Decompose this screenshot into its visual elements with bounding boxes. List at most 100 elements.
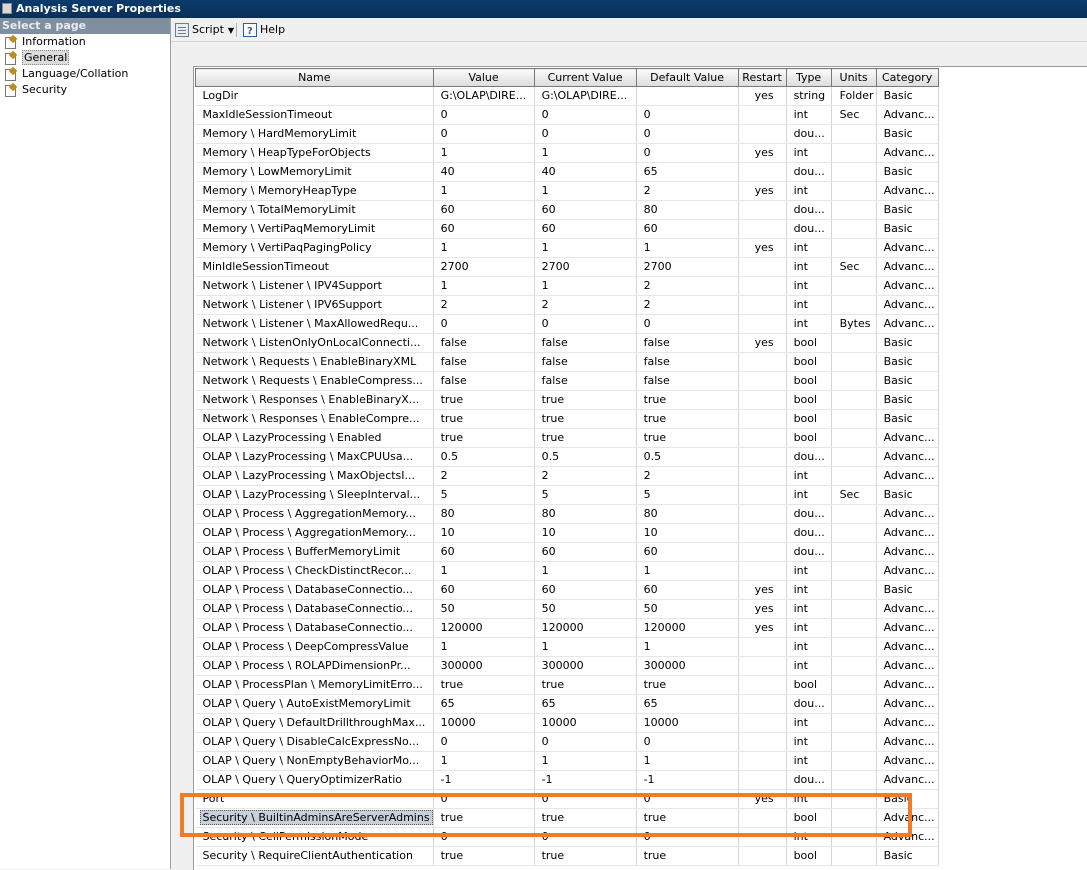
column-header-units[interactable]: Units [830, 68, 877, 87]
cell-value[interactable]: 0 [433, 789, 535, 809]
cell-value[interactable]: false [433, 352, 535, 372]
table-row[interactable]: OLAP \ LazyProcessing \ MaxObjectsI... 2 2… [195, 466, 939, 486]
cell-value[interactable]: 1 [433, 143, 535, 163]
table-row[interactable]: Memory \ HeapTypeForObjects 1 1 0 yes int Adva… [195, 143, 939, 163]
table-row[interactable]: OLAP \ Query \ DisableCalcExpressNo... 0 0… [195, 732, 939, 752]
cell-value[interactable]: 2700 [433, 257, 535, 277]
column-header-type[interactable]: Type [785, 68, 832, 87]
cell-value[interactable]: 0 [433, 732, 535, 752]
cell-value[interactable]: false [433, 371, 535, 391]
table-row[interactable]: Memory \ VertiPaqMemoryLimit 60 60 60 dou...… [195, 219, 939, 239]
table-row[interactable]: Network \ Requests \ EnableCompress... fa… [195, 371, 939, 391]
table-row[interactable]: OLAP \ Process \ AggregationMemory... 80 8… [195, 504, 939, 524]
column-header-category[interactable]: Category [875, 68, 939, 87]
table-row[interactable]: Memory \ VertiPaqPagingPolicy 1 1 1 yes int Ad… [195, 238, 939, 258]
cell-value[interactable]: 0 [433, 105, 535, 125]
cell-value[interactable]: 300000 [433, 656, 535, 676]
table-row[interactable]: OLAP \ Query \ NonEmptyBehaviorMo... 1 1 1 i… [195, 751, 939, 771]
cell-value[interactable]: true [433, 675, 535, 695]
cell-value[interactable]: 2 [433, 466, 535, 486]
table-row[interactable]: OLAP \ Process \ DatabaseConnectio... 50 5… [195, 599, 939, 619]
table-row[interactable]: OLAP \ Process \ ROLAPDimensionPr... 3000… [195, 656, 939, 676]
cell-name: Port [195, 789, 434, 809]
table-row[interactable]: OLAP \ LazyProcessing \ MaxCPUUsa... 0.5 0… [195, 447, 939, 467]
cell-value[interactable]: 60 [433, 580, 535, 600]
cell-category: Advanc... [876, 428, 939, 448]
table-row[interactable]: Memory \ MemoryHeapType 1 1 2 yes int Advanc..… [195, 181, 939, 201]
cell-value[interactable]: 0 [433, 314, 535, 334]
table-row[interactable]: LogDir G:\OLAP\DIRE... G:\OLAP\DIRE... yes s… [195, 86, 939, 106]
cell-value[interactable]: 65 [433, 694, 535, 714]
cell-value[interactable]: 80 [433, 504, 535, 524]
table-row[interactable]: Network \ Listener \ IPV6Support 2 2 2 int Ad… [195, 295, 939, 315]
cell-value[interactable]: 60 [433, 219, 535, 239]
cell-value[interactable]: 1 [433, 238, 535, 258]
cell-value[interactable]: 1 [433, 276, 535, 296]
cell-value[interactable]: 1 [433, 561, 535, 581]
table-row[interactable]: Network \ Listener \ MaxAllowedRequ... 0 0… [195, 314, 939, 334]
table-row[interactable]: OLAP \ Process \ BufferMemoryLimit 60 60 60… [195, 542, 939, 562]
table-row[interactable]: OLAP \ Process \ AggregationMemory... 10 1… [195, 523, 939, 543]
cell-value[interactable]: true [433, 846, 535, 866]
sidebar-item-general[interactable]: General [0, 50, 170, 66]
sidebar-item-label: Language/Collation [22, 67, 129, 80]
sidebar-item-information[interactable]: Information [0, 34, 170, 50]
cell-value[interactable]: 0.5 [433, 447, 535, 467]
table-row[interactable]: Network \ ListenOnlyOnLocalConnecti... fa… [195, 333, 939, 353]
cell-value[interactable]: G:\OLAP\DIRE... [433, 86, 535, 106]
cell-value[interactable]: 1 [433, 181, 535, 201]
column-header-name[interactable]: Name [195, 68, 434, 87]
cell-value[interactable]: 1 [433, 637, 535, 657]
cell-value[interactable]: 5 [433, 485, 535, 505]
table-row[interactable]: MinIdleSessionTimeout 2700 2700 2700 int Sec A… [195, 257, 939, 277]
cell-value[interactable]: 50 [433, 599, 535, 619]
table-row[interactable]: Network \ Requests \ EnableBinaryXML fals… [195, 352, 939, 372]
cell-value[interactable]: 0 [433, 827, 535, 847]
sidebar-item-security[interactable]: Security [0, 82, 170, 98]
table-row[interactable]: Network \ Responses \ EnableCompre... tru… [195, 409, 939, 429]
table-row[interactable]: Port 0 0 0 yes int Basic [195, 789, 939, 809]
table-row[interactable]: OLAP \ Query \ DefaultDrillthroughMax...… [195, 713, 939, 733]
table-row[interactable]: OLAP \ ProcessPlan \ MemoryLimitErro... t… [195, 675, 939, 695]
table-row[interactable]: Security \ CellPermissionMode 0 0 0 int Advan… [195, 827, 939, 847]
cell-value[interactable]: 10 [433, 523, 535, 543]
table-row[interactable]: Security \ RequireClientAuthentication tr… [195, 846, 939, 866]
table-row[interactable]: Security \ BuiltinAdminsAreServerAdmins t… [195, 808, 939, 828]
help-button[interactable]: Help [243, 21, 285, 41]
table-row[interactable]: OLAP \ Process \ CheckDistinctRecor... 1 1… [195, 561, 939, 581]
cell-value[interactable]: 1 [433, 751, 535, 771]
cell-value[interactable]: 60 [433, 200, 535, 220]
cell-value[interactable]: 120000 [433, 618, 535, 638]
table-row[interactable]: Memory \ LowMemoryLimit 40 40 65 dou... Basic [195, 162, 939, 182]
cell-value[interactable]: true [433, 390, 535, 410]
column-header-default-value[interactable]: Default Value [635, 68, 739, 87]
cell-value[interactable]: true [433, 428, 535, 448]
table-row[interactable]: OLAP \ Query \ AutoExistMemoryLimit 65 65 6… [195, 694, 939, 714]
cell-value[interactable]: 40 [433, 162, 535, 182]
table-row[interactable]: OLAP \ Process \ DatabaseConnectio... 60 6… [195, 580, 939, 600]
table-row[interactable]: OLAP \ Process \ DatabaseConnectio... 120… [195, 618, 939, 638]
table-row[interactable]: OLAP \ Query \ QueryOptimizerRatio -1 -1 -1… [195, 770, 939, 790]
table-row[interactable]: Memory \ HardMemoryLimit 0 0 0 dou... Basic [195, 124, 939, 144]
table-row[interactable]: OLAP \ Process \ DeepCompressValue 1 1 1 int… [195, 637, 939, 657]
cell-value[interactable]: -1 [433, 770, 535, 790]
column-header-current-value[interactable]: Current Value [533, 68, 637, 87]
table-row[interactable]: Network \ Responses \ EnableBinaryX... tr… [195, 390, 939, 410]
cell-value[interactable]: 60 [433, 542, 535, 562]
sidebar-item-language-collation[interactable]: Language/Collation [0, 66, 170, 82]
column-header-value[interactable]: Value [432, 68, 535, 87]
script-button[interactable]: Script ▼ [175, 21, 234, 39]
table-row[interactable]: Memory \ TotalMemoryLimit 60 60 80 dou... Bas… [195, 200, 939, 220]
dropdown-arrow-icon[interactable]: ▼ [228, 22, 234, 40]
cell-value[interactable]: true [433, 409, 535, 429]
cell-value[interactable]: 10000 [433, 713, 535, 733]
table-row[interactable]: MaxIdleSessionTimeout 0 0 0 int Sec Advanc... [195, 105, 939, 125]
column-header-restart[interactable]: Restart [737, 68, 787, 87]
cell-value[interactable]: true [433, 808, 535, 828]
table-row[interactable]: OLAP \ LazyProcessing \ Enabled true true t… [195, 428, 939, 448]
cell-value[interactable]: 2 [433, 295, 535, 315]
table-row[interactable]: OLAP \ LazyProcessing \ SleepInterval...… [195, 485, 939, 505]
table-row[interactable]: Network \ Listener \ IPV4Support 1 1 2 int Ad… [195, 276, 939, 296]
cell-value[interactable]: false [433, 333, 535, 353]
cell-value[interactable]: 0 [433, 124, 535, 144]
